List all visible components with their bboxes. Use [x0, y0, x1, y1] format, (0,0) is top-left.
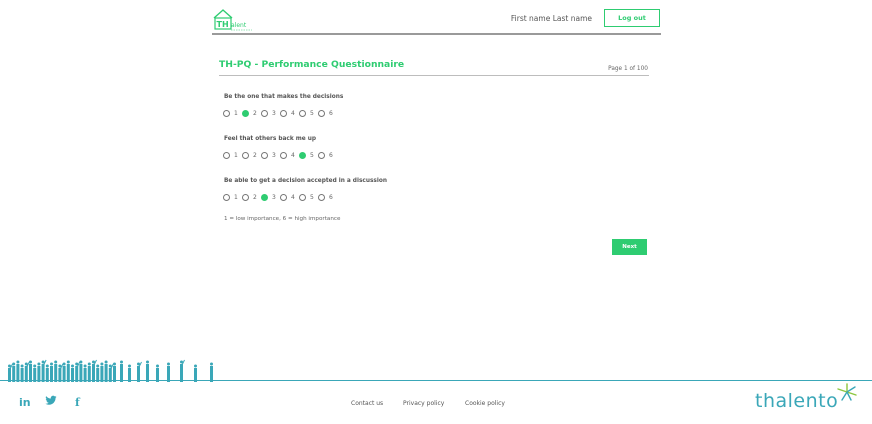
rating-option-2[interactable]: 2: [242, 151, 257, 160]
option-number: 5: [310, 110, 314, 117]
radio-button[interactable]: [280, 152, 287, 159]
privacy-policy-link[interactable]: Privacy policy: [403, 400, 444, 407]
radio-button[interactable]: [223, 110, 230, 117]
page-title: TH-PQ - Performance Questionnaire: [219, 59, 405, 70]
footer-divider: [0, 380, 872, 381]
cookie-policy-link[interactable]: Cookie policy: [465, 400, 505, 407]
option-number: 4: [291, 194, 295, 201]
header-divider: [212, 33, 661, 35]
rating-option-4[interactable]: 4: [280, 109, 295, 118]
rating-options: 1 2 3 4 5 6: [223, 109, 423, 118]
question-label: Feel that others back me up: [224, 136, 316, 142]
radio-button[interactable]: [299, 194, 306, 201]
option-number: 3: [272, 194, 276, 201]
page-indicator: Page 1 of 100: [608, 66, 648, 72]
radio-button[interactable]: [261, 194, 268, 201]
people-silhouettes-graphic: [8, 359, 213, 382]
user-name: First name Last name: [510, 14, 592, 23]
radio-button[interactable]: [299, 152, 306, 159]
rating-options: 1 2 3 4 5 6: [223, 193, 423, 202]
facebook-icon[interactable]: f: [75, 396, 80, 409]
rating-option-3[interactable]: 3: [261, 193, 276, 202]
option-number: 1: [234, 110, 238, 117]
radio-button[interactable]: [223, 194, 230, 201]
radio-button[interactable]: [280, 110, 287, 117]
rating-options: 1 2 3 4 5 6: [223, 151, 423, 160]
radio-button[interactable]: [261, 110, 268, 117]
scale-note: 1 = low importance, 6 = high importance: [224, 216, 341, 222]
option-number: 2: [253, 152, 257, 159]
thalento-star-icon: [837, 383, 857, 401]
radio-button[interactable]: [223, 152, 230, 159]
radio-button[interactable]: [318, 152, 325, 159]
rating-option-2[interactable]: 2: [242, 193, 257, 202]
rating-option-6[interactable]: 6: [318, 193, 333, 202]
rating-option-1[interactable]: 1: [223, 193, 238, 202]
twitter-icon[interactable]: [45, 395, 57, 406]
thalent-logo[interactable]: TH alent: [212, 8, 256, 32]
radio-button[interactable]: [242, 194, 249, 201]
question-label: Be able to get a decision accepted in a …: [224, 178, 387, 184]
rating-option-3[interactable]: 3: [261, 109, 276, 118]
option-number: 6: [329, 194, 333, 201]
svg-text:TH: TH: [217, 20, 229, 29]
radio-button[interactable]: [299, 110, 306, 117]
rating-option-1[interactable]: 1: [223, 151, 238, 160]
thalento-logo-text: thalento: [755, 390, 839, 412]
option-number: 3: [272, 110, 276, 117]
linkedin-icon[interactable]: in: [19, 396, 31, 409]
radio-button[interactable]: [280, 194, 287, 201]
rating-option-3[interactable]: 3: [261, 151, 276, 160]
option-number: 3: [272, 152, 276, 159]
radio-button[interactable]: [242, 110, 249, 117]
radio-button[interactable]: [242, 152, 249, 159]
rating-option-5[interactable]: 5: [299, 109, 314, 118]
rating-option-4[interactable]: 4: [280, 193, 295, 202]
radio-button[interactable]: [261, 152, 268, 159]
rating-option-6[interactable]: 6: [318, 109, 333, 118]
question-label: Be the one that makes the decisions: [224, 94, 344, 100]
rating-option-2[interactable]: 2: [242, 109, 257, 118]
rating-option-5[interactable]: 5: [299, 151, 314, 160]
option-number: 2: [253, 110, 257, 117]
option-number: 6: [329, 110, 333, 117]
option-number: 1: [234, 152, 238, 159]
rating-option-4[interactable]: 4: [280, 151, 295, 160]
rating-option-5[interactable]: 5: [299, 193, 314, 202]
radio-button[interactable]: [318, 194, 325, 201]
logout-button[interactable]: Log out: [604, 9, 660, 27]
option-number: 5: [310, 152, 314, 159]
radio-button[interactable]: [318, 110, 325, 117]
svg-text:alent: alent: [231, 22, 247, 29]
rating-option-1[interactable]: 1: [223, 109, 238, 118]
rating-option-6[interactable]: 6: [318, 151, 333, 160]
option-number: 1: [234, 194, 238, 201]
option-number: 5: [310, 194, 314, 201]
option-number: 6: [329, 152, 333, 159]
title-divider: [219, 75, 649, 76]
option-number: 4: [291, 110, 295, 117]
next-button[interactable]: Next: [612, 239, 647, 255]
contact-us-link[interactable]: Contact us: [351, 400, 383, 407]
option-number: 2: [253, 194, 257, 201]
option-number: 4: [291, 152, 295, 159]
